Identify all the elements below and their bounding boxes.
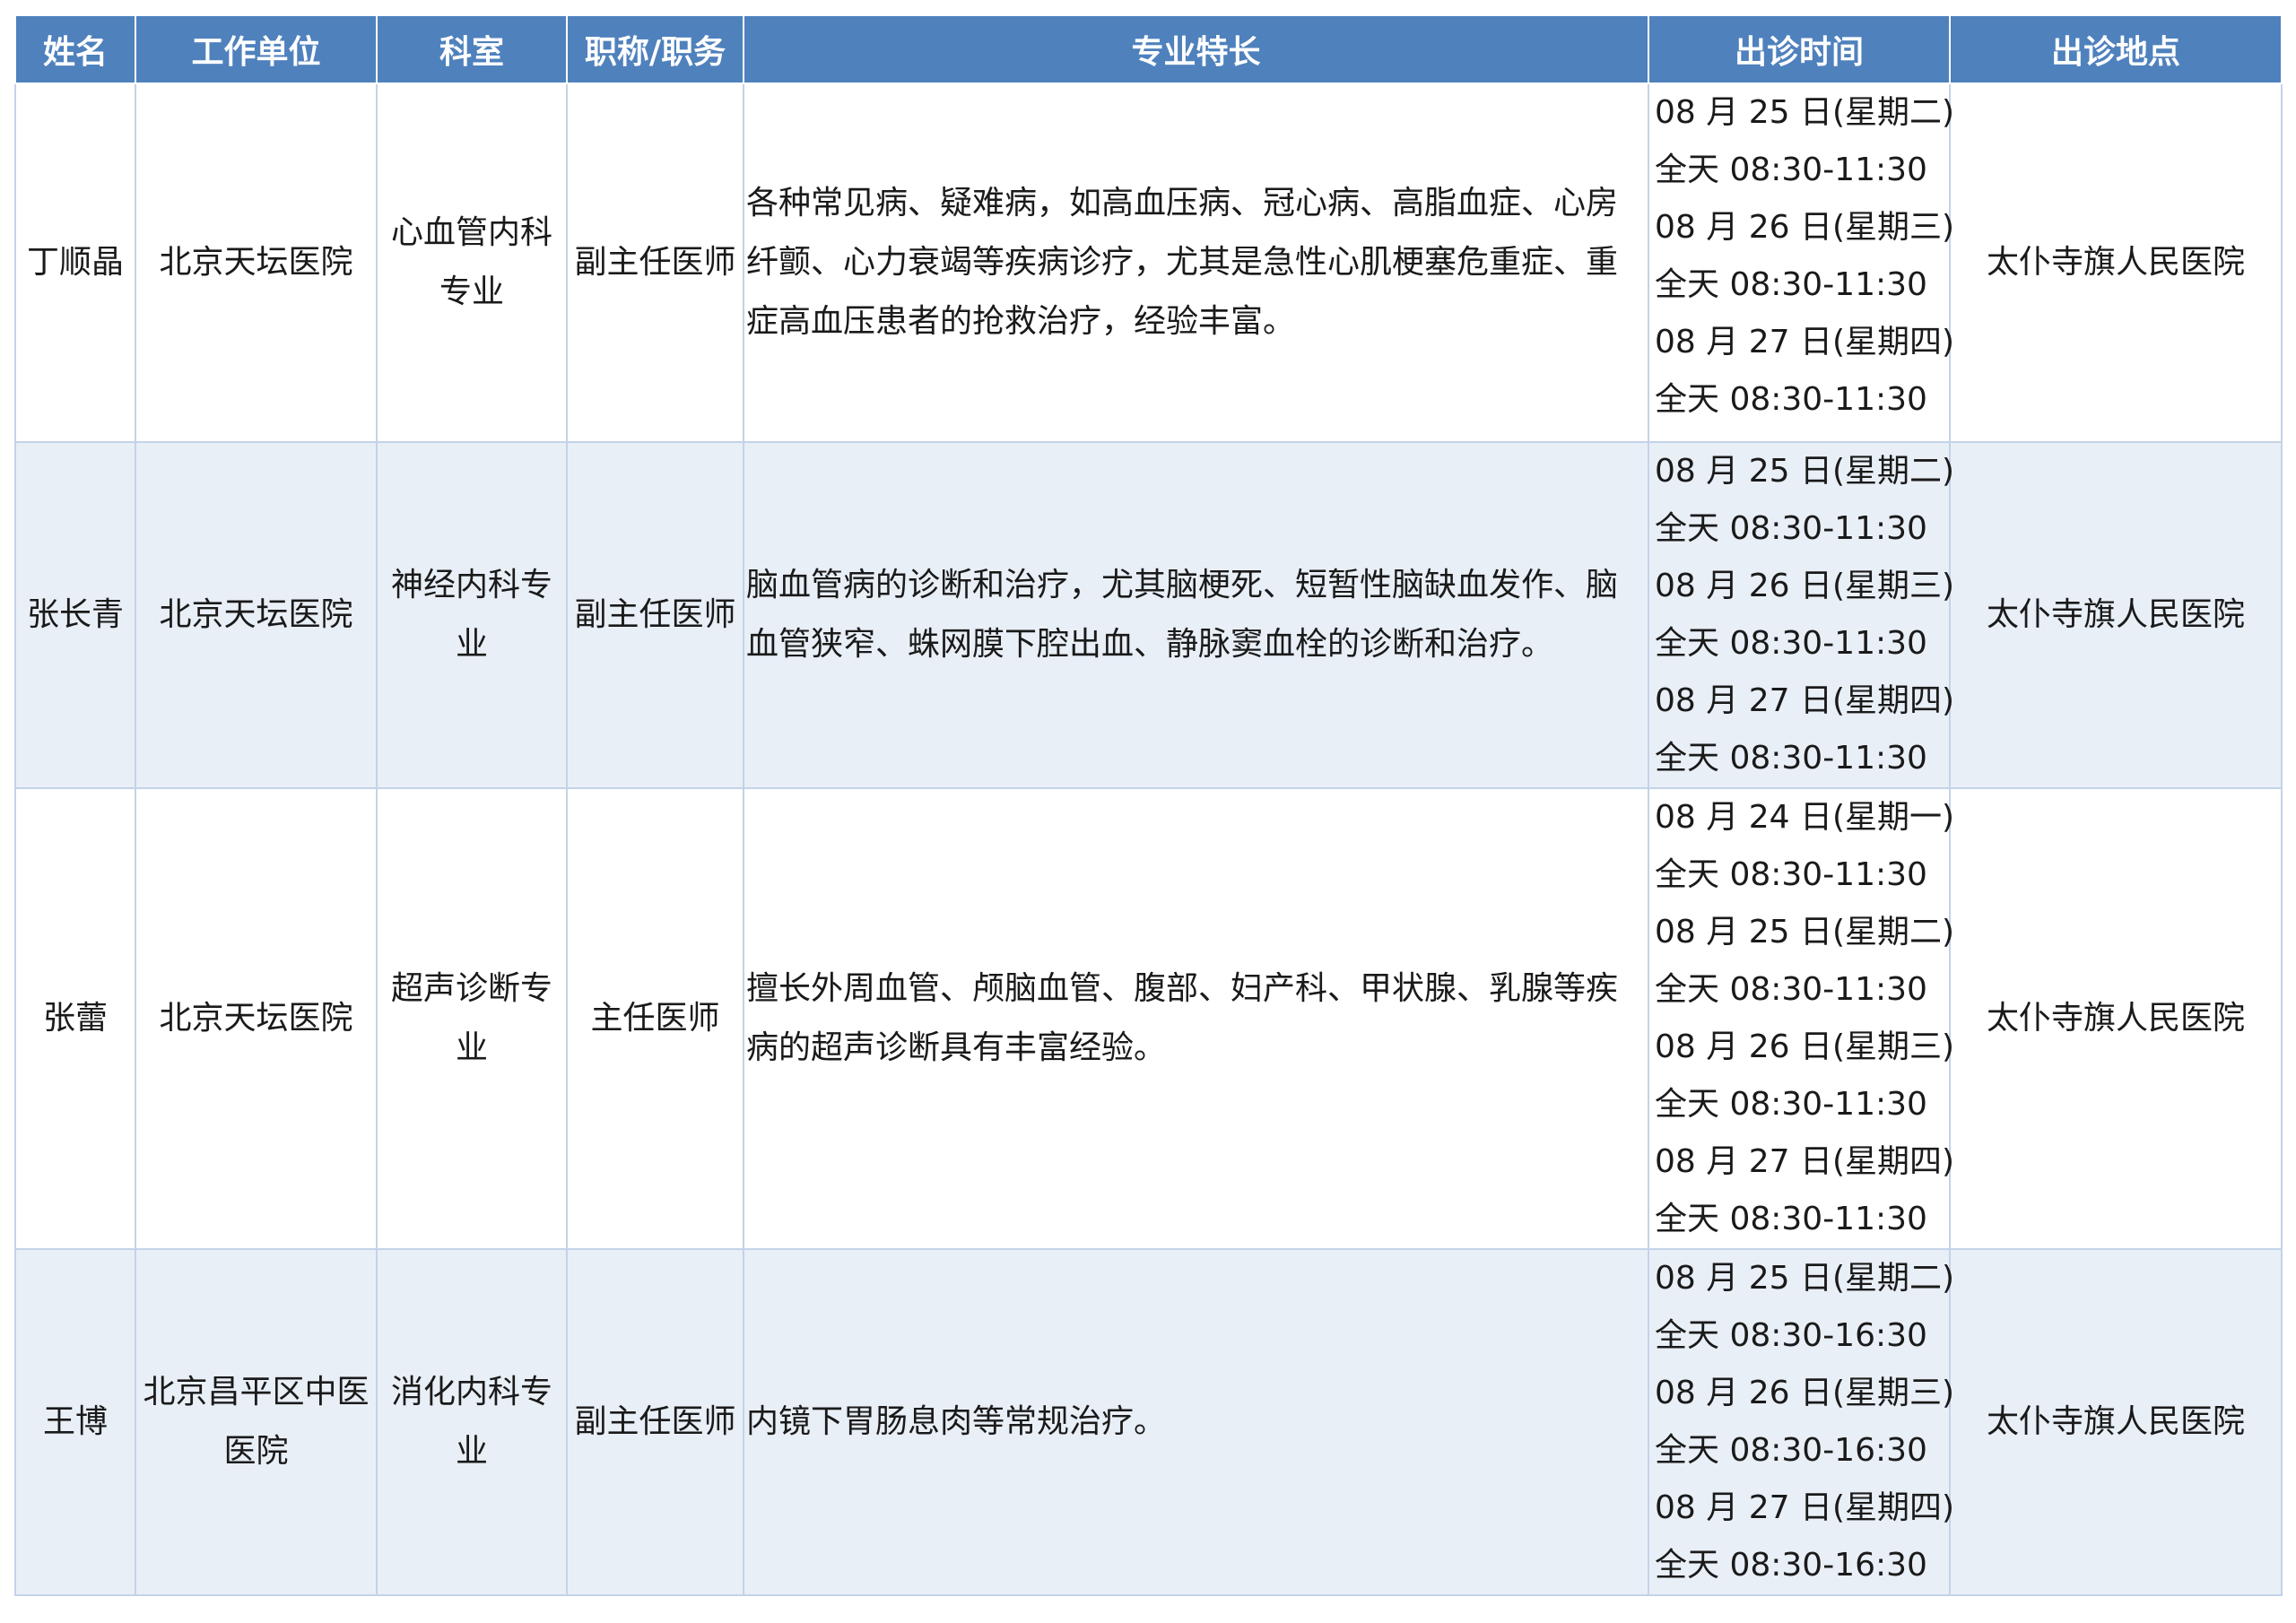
department-line: 业 (455, 1433, 488, 1470)
clinic-times: 08 月 25 日(星期二) 全天 08:30-11:30 08 月 26 日(… (1648, 82, 1955, 443)
work-unit: 北京天坛医院 (135, 441, 378, 789)
time-line: 全天 08:30-11:30 (1655, 152, 1927, 188)
time-line: 08 月 25 日(星期二) (1655, 1260, 1955, 1297)
doctor-name: 丁顺晶 (14, 82, 136, 443)
header-location: 出诊地点 (1949, 14, 2283, 84)
time-line: 08 月 26 日(星期三) (1655, 1375, 1955, 1411)
specialty: 各种常见病、疑难病，如高血压病、冠心病、高脂血症、心房 纤颤、心力衰竭等疾病诊疗… (743, 82, 1649, 443)
table-row: 张长青 北京天坛医院 神经内科专 业 副主任医师 脑血管病的诊断和治疗，尤其脑梗… (14, 441, 2283, 789)
specialty-line: 脑血管病的诊断和治疗，尤其脑梗死、短暂性脑缺血发作、脑 (746, 567, 1619, 603)
clinic-location: 太仆寺旗人民医院 (1949, 82, 2283, 443)
department: 心血管内科 专业 (376, 82, 568, 443)
time-line: 全天 08:30-11:30 (1655, 856, 1927, 893)
time-line: 全天 08:30-11:30 (1655, 971, 1927, 1008)
job-title: 主任医师 (566, 787, 744, 1250)
time-line: 全天 08:30-16:30 (1655, 1432, 1927, 1469)
department-line: 心血管内科 (390, 214, 552, 251)
time-line: 全天 08:30-11:30 (1655, 740, 1927, 777)
clinic-location: 太仆寺旗人民医院 (1949, 1248, 2283, 1596)
department: 神经内科专 业 (376, 441, 568, 789)
time-line: 08 月 25 日(星期二) (1655, 453, 1955, 490)
clinic-location: 太仆寺旗人民医院 (1949, 787, 2283, 1250)
specialty-line: 擅长外周血管、颅脑血管、腹部、妇产科、甲状腺、乳腺等疾 (746, 970, 1619, 1007)
doctor-name: 张蕾 (14, 787, 136, 1250)
table-row: 王博 北京昌平区中医 医院 消化内科专 业 副主任医师 内镜下胃肠息肉等常规治疗… (14, 1248, 2283, 1596)
specialty: 脑血管病的诊断和治疗，尤其脑梗死、短暂性脑缺血发作、脑 血管狭窄、蛛网膜下腔出血… (743, 441, 1649, 789)
work-unit: 北京天坛医院 (135, 787, 378, 1250)
time-line: 全天 08:30-11:30 (1655, 381, 1927, 418)
time-line: 08 月 26 日(星期三) (1655, 209, 1955, 246)
header-row: 姓名 工作单位 科室 职称/职务 专业特长 出诊时间 出诊地点 (14, 14, 2283, 84)
department-line: 业 (455, 1029, 488, 1066)
work-unit-line: 医院 (223, 1433, 289, 1470)
time-line: 08 月 24 日(星期一) (1655, 799, 1955, 836)
specialty-line: 各种常见病、疑难病，如高血压病、冠心病、高脂血症、心房 (746, 185, 1619, 221)
header-unit: 工作单位 (135, 14, 378, 84)
time-line: 08 月 27 日(星期四) (1655, 1489, 1955, 1526)
work-unit: 北京昌平区中医 医院 (135, 1248, 378, 1596)
specialty-line: 病的超声诊断具有丰富经验。 (746, 1029, 1167, 1066)
specialty-line: 纤颤、心力衰竭等疾病诊疗，尤其是急性心肌梗塞危重症、重 (746, 244, 1619, 281)
specialty: 内镜下胃肠息肉等常规治疗。 (743, 1248, 1649, 1596)
time-line: 08 月 27 日(星期四) (1655, 682, 1955, 719)
specialty-line: 内镜下胃肠息肉等常规治疗。 (746, 1403, 1167, 1440)
doctor-name: 王博 (14, 1248, 136, 1596)
job-title: 副主任医师 (566, 441, 744, 789)
job-title: 副主任医师 (566, 1248, 744, 1596)
department: 超声诊断专 业 (376, 787, 568, 1250)
clinic-times: 08 月 24 日(星期一) 全天 08:30-11:30 08 月 25 日(… (1648, 787, 1955, 1250)
time-line: 全天 08:30-16:30 (1655, 1547, 1927, 1584)
department-line: 消化内科专 (390, 1374, 552, 1410)
header-time: 出诊时间 (1648, 14, 1951, 84)
table-row: 张蕾 北京天坛医院 超声诊断专 业 主任医师 擅长外周血管、颅脑血管、腹部、妇产… (14, 787, 2283, 1250)
time-line: 08 月 27 日(星期四) (1655, 324, 1955, 360)
header-dept: 科室 (376, 14, 568, 84)
clinic-location: 太仆寺旗人民医院 (1949, 441, 2283, 789)
job-title: 副主任医师 (566, 82, 744, 443)
time-line: 全天 08:30-16:30 (1655, 1317, 1927, 1354)
work-unit: 北京天坛医院 (135, 82, 378, 443)
time-line: 全天 08:30-11:30 (1655, 510, 1927, 547)
doctor-name: 张长青 (14, 441, 136, 789)
specialty: 擅长外周血管、颅脑血管、腹部、妇产科、甲状腺、乳腺等疾 病的超声诊断具有丰富经验… (743, 787, 1649, 1250)
time-line: 全天 08:30-11:30 (1655, 625, 1927, 662)
schedule-table: 姓名 工作单位 科室 职称/职务 专业特长 出诊时间 出诊地点 丁顺晶 北京天坛… (14, 14, 2283, 1596)
page: { "table": { "headers": ["姓名", "工作单位", "… (0, 0, 2296, 1623)
time-line: 08 月 26 日(星期三) (1655, 1028, 1955, 1065)
header-specialty: 专业特长 (743, 14, 1649, 84)
header-title: 职称/职务 (566, 14, 744, 84)
time-line: 08 月 27 日(星期四) (1655, 1143, 1955, 1180)
department-line: 业 (455, 626, 488, 663)
department-line: 神经内科专 (390, 567, 552, 603)
time-line: 全天 08:30-11:30 (1655, 1201, 1927, 1237)
department-line: 超声诊断专 (390, 970, 552, 1007)
work-unit-line: 北京昌平区中医 (143, 1374, 370, 1410)
department-line: 专业 (439, 273, 504, 310)
time-line: 08 月 26 日(星期三) (1655, 568, 1955, 604)
specialty-line: 症高血压患者的抢救治疗，经验丰富。 (746, 303, 1296, 340)
department: 消化内科专 业 (376, 1248, 568, 1596)
specialty-line: 血管狭窄、蛛网膜下腔出血、静脉窦血栓的诊断和治疗。 (746, 626, 1554, 663)
clinic-times: 08 月 25 日(星期二) 全天 08:30-16:30 08 月 26 日(… (1648, 1248, 1955, 1596)
table-row: 丁顺晶 北京天坛医院 心血管内科 专业 副主任医师 各种常见病、疑难病，如高血压… (14, 82, 2283, 443)
time-line: 08 月 25 日(星期二) (1655, 914, 1955, 950)
time-line: 全天 08:30-11:30 (1655, 1086, 1927, 1123)
header-name: 姓名 (14, 14, 136, 84)
time-line: 全天 08:30-11:30 (1655, 266, 1927, 303)
clinic-times: 08 月 25 日(星期二) 全天 08:30-11:30 08 月 26 日(… (1648, 441, 1955, 789)
time-line: 08 月 25 日(星期二) (1655, 94, 1955, 131)
